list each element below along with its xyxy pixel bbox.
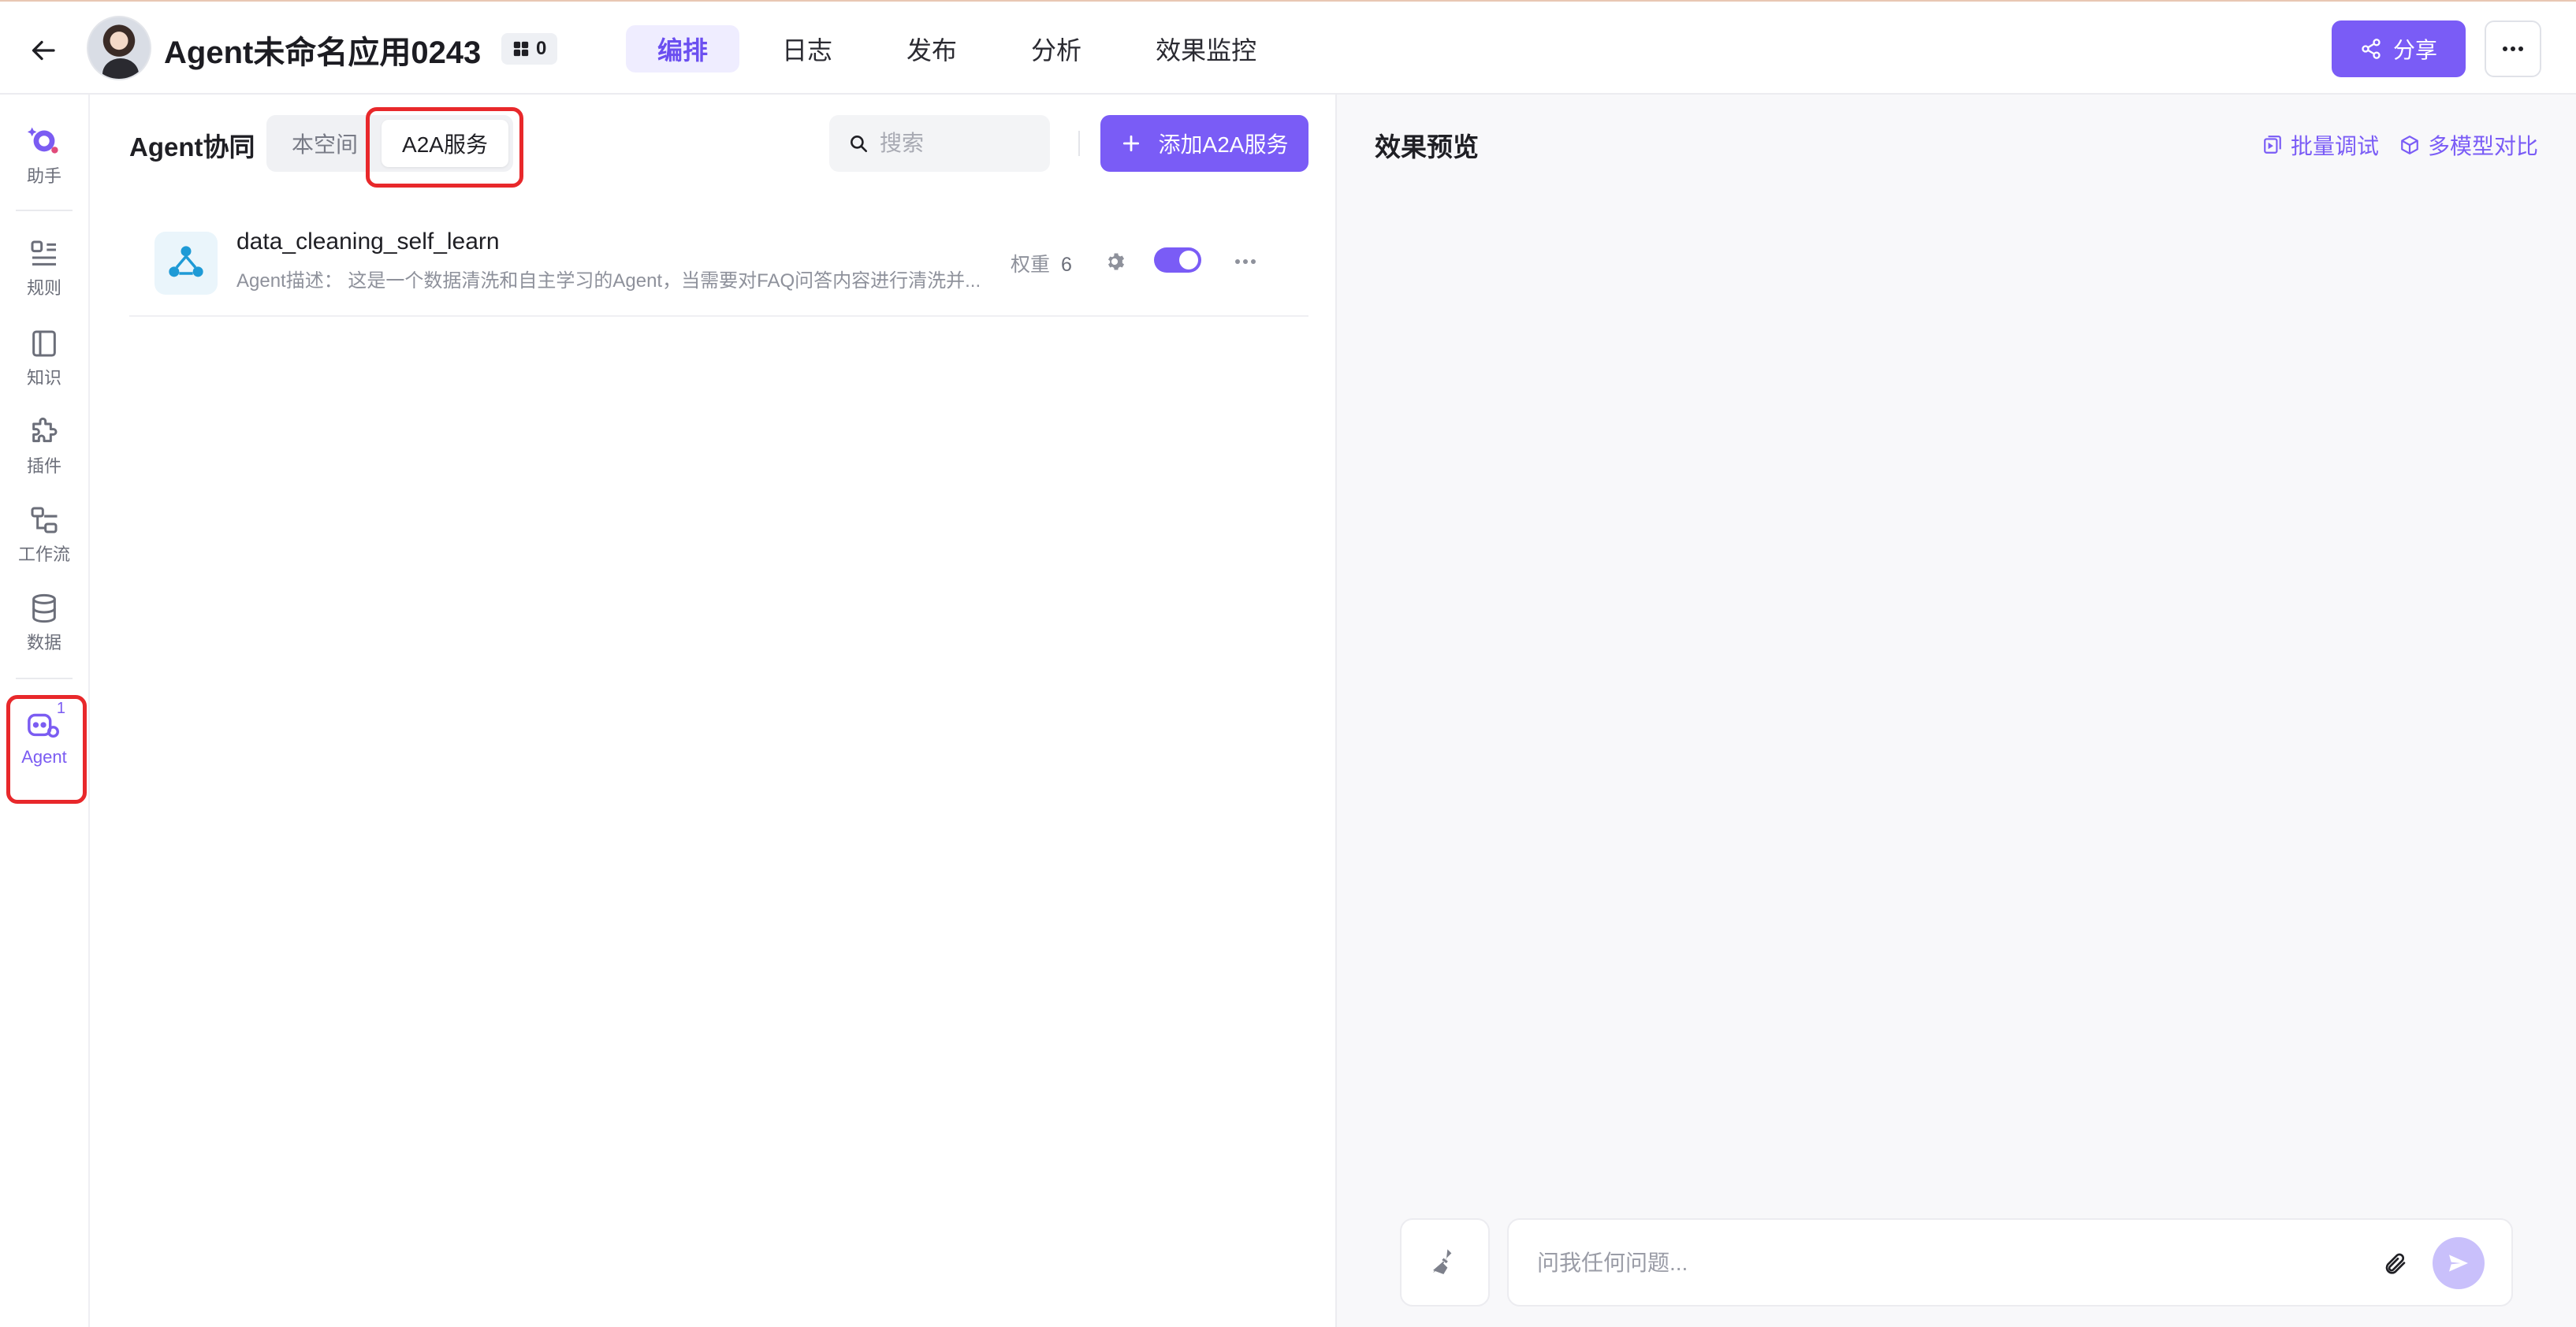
rules-icon — [31, 240, 56, 266]
batch-icon — [2264, 136, 2281, 154]
arrow-left-icon — [32, 40, 55, 61]
toggle-knob — [1179, 251, 1198, 269]
cube-icon — [2401, 136, 2418, 154]
add-a2a-service-label: 添加A2A服务 — [1158, 132, 1289, 157]
share-button[interactable]: 分享 — [2332, 20, 2466, 77]
weight-display: 权重 6 — [1011, 249, 1072, 277]
assistant-icon — [27, 127, 58, 154]
app-header: Agent未命名应用0243 0 编排 日志 发布 分析 效果监控 分享 — [0, 2, 2576, 95]
toolbar-divider — [1078, 131, 1080, 156]
batch-debug-label: 批量调试 — [2290, 134, 2379, 158]
workflow-icon — [31, 507, 58, 533]
rail-label-plugins: 插件 — [26, 456, 61, 476]
row-more-button[interactable] — [1227, 246, 1264, 277]
weight-label: 权重 — [1011, 254, 1051, 276]
segment-this-space[interactable]: 本空间 — [271, 120, 378, 167]
add-a2a-service-button[interactable]: 添加A2A服务 — [1100, 115, 1308, 172]
app-avatar[interactable] — [87, 16, 151, 80]
tab-monitoring[interactable]: 效果监控 — [1124, 25, 1288, 72]
weight-value: 6 — [1061, 254, 1072, 276]
service-description: Agent描述： 这是一个数据清洗和自主学习的Agent，当需要对FAQ问答内容… — [236, 270, 981, 292]
clear-chat-button[interactable] — [1400, 1218, 1490, 1307]
chat-input-box — [1507, 1218, 2513, 1307]
agent-count-badge: 1 — [56, 700, 65, 717]
rail-item-agent[interactable]: 1 Agent — [0, 700, 88, 768]
plus-icon — [1122, 135, 1139, 152]
search-box[interactable] — [829, 115, 1050, 172]
preview-title: 效果预览 — [1375, 132, 1479, 162]
rail-item-workflow[interactable]: 工作流 — [0, 504, 88, 566]
broom-icon — [1433, 1249, 1452, 1274]
rail-label-assistant: 助手 — [26, 166, 61, 186]
agent-icon-wrap: 1 — [26, 700, 65, 742]
rail-item-data[interactable]: 数据 — [0, 593, 88, 654]
rail-item-knowledge[interactable]: 知识 — [0, 328, 88, 389]
tab-orchestrate[interactable]: 编排 — [626, 25, 740, 72]
send-button[interactable] — [2433, 1237, 2485, 1289]
app-count-value: 0 — [536, 38, 547, 59]
list-item[interactable]: data_cleaning_self_learn Agent描述： 这是一个数据… — [129, 214, 1308, 317]
search-input[interactable] — [880, 131, 1037, 156]
preview-panel: 效果预览 批量调试 多模型对比 — [1335, 95, 2576, 1327]
preview-actions: 批量调试 多模型对比 — [2262, 129, 2538, 161]
app-title: Agent未命名应用0243 — [164, 35, 482, 70]
send-icon — [2449, 1255, 2468, 1272]
agent-collab-panel: Agent协同 本空间 A2A服务 添加A2A服务 data_cleaning_… — [91, 95, 1334, 1327]
top-nav: 编排 日志 发布 分析 效果监控 — [626, 25, 1288, 72]
rail-item-assistant[interactable]: 助手 — [0, 121, 88, 188]
search-icon — [851, 136, 868, 153]
service-icon — [154, 232, 218, 295]
tab-publish[interactable]: 发布 — [875, 25, 988, 72]
puzzle-icon — [32, 417, 58, 443]
service-name: data_cleaning_self_learn — [236, 229, 500, 255]
enable-toggle[interactable] — [1154, 247, 1201, 273]
rail-label-workflow: 工作流 — [17, 545, 70, 564]
left-rail: 助手 规则 知识 插件 工作流 数据 1 Agent — [0, 95, 90, 1327]
rail-divider — [16, 678, 73, 679]
panel-title: Agent协同 — [129, 132, 255, 162]
rail-label-data: 数据 — [26, 633, 61, 652]
rail-item-plugins[interactable]: 插件 — [0, 416, 88, 478]
attach-button[interactable] — [2377, 1247, 2412, 1281]
paperclip-icon — [2385, 1253, 2406, 1274]
share-icon — [2362, 39, 2381, 59]
book-icon — [32, 330, 56, 357]
more-horizontal-icon — [1235, 259, 1256, 264]
tab-analysis[interactable]: 分析 — [1000, 25, 1113, 72]
tab-logs[interactable]: 日志 — [750, 25, 864, 72]
database-icon — [32, 593, 56, 623]
rail-item-rules[interactable]: 规则 — [0, 238, 88, 299]
app-count-badge[interactable]: 0 — [501, 33, 558, 65]
multi-model-compare-link[interactable]: 多模型对比 — [2399, 129, 2538, 161]
rail-label-rules: 规则 — [26, 278, 61, 298]
network-nodes-icon — [169, 246, 203, 277]
multi-model-label: 多模型对比 — [2427, 134, 2538, 158]
segment-a2a-service[interactable]: A2A服务 — [382, 120, 508, 167]
share-label: 分享 — [2392, 38, 2437, 62]
source-segmented-control: 本空间 A2A服务 — [266, 115, 513, 172]
rail-label-agent: Agent — [21, 747, 67, 767]
gear-icon — [1107, 253, 1125, 270]
settings-button[interactable] — [1100, 246, 1132, 277]
rail-divider — [16, 210, 73, 211]
chat-input[interactable] — [1537, 1243, 2325, 1283]
batch-debug-link[interactable]: 批量调试 — [2262, 129, 2379, 161]
more-options-button[interactable] — [2485, 20, 2541, 77]
grid-icon — [513, 41, 529, 57]
back-button[interactable] — [24, 30, 65, 71]
rail-label-knowledge: 知识 — [26, 368, 61, 388]
more-horizontal-icon — [2503, 46, 2523, 51]
